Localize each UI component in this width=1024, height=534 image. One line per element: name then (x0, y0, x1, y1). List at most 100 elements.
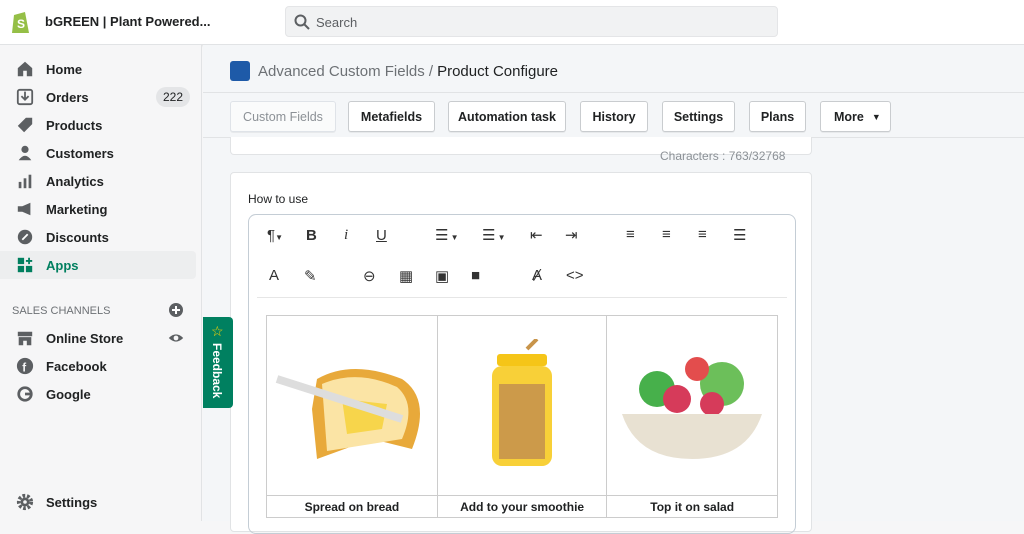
sidebar-item-home[interactable]: Home (0, 55, 196, 83)
gear-icon (16, 493, 34, 511)
toolbar-divider (257, 297, 787, 298)
home-icon (17, 61, 33, 77)
sidebar-item-label: Home (46, 61, 83, 77)
sidebar-item-online-store[interactable]: Online Store (0, 324, 196, 352)
rich-text-editor[interactable]: ¶▼ B i U ☰ ▼ ☰ ▼ ⇤ ⇥ ≡ ≡ ≡ ☰ A ✎ ⊖ ▦ ▣ ■… (248, 214, 796, 534)
bold-icon[interactable]: B (306, 227, 317, 244)
sidebar-item-label: Analytics (46, 173, 104, 189)
apps-icon (17, 257, 33, 273)
how-to-use-card: How to use ¶▼ B i U ☰ ▼ ☰ ▼ ⇤ ⇥ ≡ ≡ ≡ ☰ … (230, 172, 812, 534)
sidebar-item-label: Marketing (46, 201, 108, 217)
star-icon: ☆ (211, 323, 224, 339)
sidebar-item-label: Discounts (46, 229, 109, 245)
sidebar-item-label: Customers (46, 145, 114, 161)
unordered-list-icon[interactable]: ☰ ▼ (482, 226, 506, 244)
feedback-label: Feedback (210, 343, 224, 399)
sidebar-item-label: Facebook (46, 358, 107, 374)
content-table: Spread on bread Add to your smoothie Top… (266, 315, 778, 518)
sidebar-item-discounts[interactable]: Discounts (0, 223, 196, 251)
indent-icon[interactable]: ⇥ (565, 226, 578, 244)
breadcrumb-app[interactable]: Advanced Custom Fields (258, 63, 425, 80)
sidebar-item-label: Apps (46, 257, 79, 273)
search-placeholder: Search (316, 15, 358, 30)
sidebar-item-analytics[interactable]: Analytics (0, 167, 196, 195)
shopify-logo-icon[interactable]: S (10, 9, 32, 35)
person-icon (18, 145, 32, 161)
google-icon (17, 386, 33, 402)
paragraph-format-icon[interactable]: ¶▼ (267, 227, 283, 244)
bar-chart-icon (18, 174, 32, 189)
store-name[interactable]: bGREEN | Plant Powered... (45, 14, 210, 29)
tab-plans[interactable]: Plans (749, 101, 806, 132)
align-right-icon[interactable]: ≡ (698, 226, 707, 243)
store-icon (17, 331, 33, 346)
svg-text:f: f (22, 361, 26, 374)
orders-badge: 222 (155, 87, 190, 107)
video-icon[interactable]: ■ (471, 267, 480, 284)
image-icon[interactable]: ▣ (435, 267, 449, 285)
align-left-icon[interactable]: ≡ (626, 226, 635, 243)
app-logo-icon (230, 61, 250, 81)
eye-icon[interactable] (168, 330, 184, 346)
clear-format-icon[interactable]: Ⱥ (532, 267, 542, 284)
sidebar-item-label: Products (46, 117, 103, 133)
tab-automation-task[interactable]: Automation task (448, 101, 566, 132)
sidebar-item-label: Orders (46, 89, 89, 105)
tag-icon (17, 117, 33, 133)
tab-settings[interactable]: Settings (662, 101, 735, 132)
tab-custom-fields[interactable]: Custom Fields (230, 101, 336, 132)
caret-down-icon: ▼ (871, 111, 881, 122)
outdent-icon[interactable]: ⇤ (530, 226, 543, 244)
breadcrumb-separator: / (428, 62, 434, 80)
search-input[interactable]: Search (285, 6, 778, 37)
character-count: Characters : 763/32768 (660, 149, 786, 163)
breadcrumb: Advanced Custom Fields / Product Configu… (230, 61, 558, 81)
sidebar-item-label: Google (46, 386, 91, 402)
code-view-icon[interactable]: <> (566, 267, 584, 284)
sidebar-item-marketing[interactable]: Marketing (0, 195, 196, 223)
caption-smoothie: Add to your smoothie (436, 495, 608, 518)
ordered-list-icon[interactable]: ☰ ▼ (435, 226, 459, 244)
underline-icon[interactable]: U (376, 227, 387, 244)
table-icon[interactable]: ▦ (399, 267, 413, 285)
sales-channels-heading: SALES CHANNELS (12, 305, 111, 317)
align-center-icon[interactable]: ≡ (662, 226, 671, 243)
sidebar-item-label: Settings (46, 494, 98, 510)
italic-icon[interactable]: i (344, 227, 348, 244)
tab-more[interactable]: More ▼ (820, 101, 891, 132)
bread-image (266, 315, 438, 496)
top-bar: S bGREEN | Plant Powered... Search (0, 0, 1024, 45)
add-channel-icon[interactable] (169, 303, 183, 317)
text-color-icon[interactable]: A (269, 267, 279, 284)
tab-history[interactable]: History (580, 101, 648, 132)
sidebar-item-products[interactable]: Products (0, 111, 196, 139)
main-content: Advanced Custom Fields / Product Configu… (203, 45, 1024, 534)
highlighter-icon[interactable]: ✎ (304, 267, 317, 285)
facebook-icon: f (16, 357, 34, 374)
field-label: How to use (248, 192, 309, 206)
more-label: More (834, 109, 864, 124)
svg-text:S: S (17, 17, 25, 31)
page-title: Product Configure (437, 62, 558, 80)
megaphone-icon (17, 202, 31, 216)
tab-bar: Custom Fields Metafields Automation task… (203, 92, 1024, 138)
sidebar-item-settings[interactable]: Settings (0, 488, 196, 516)
smoothie-image (436, 315, 608, 496)
orders-icon (16, 88, 34, 106)
align-justify-icon[interactable]: ☰ (733, 226, 746, 244)
salad-image (606, 315, 778, 496)
sidebar: Home Orders 222 Products Customers Analyt… (0, 45, 202, 521)
caption-salad: Top it on salad (606, 495, 778, 518)
sidebar-item-facebook[interactable]: f Facebook (0, 352, 196, 380)
sidebar-item-google[interactable]: Google (0, 380, 196, 408)
tab-metafields[interactable]: Metafields (348, 101, 435, 132)
sidebar-item-label: Online Store (46, 330, 124, 346)
link-icon[interactable]: ⊖ (363, 267, 376, 285)
feedback-tab[interactable]: ☆ Feedback (203, 317, 233, 408)
search-icon (294, 14, 310, 30)
sidebar-item-customers[interactable]: Customers (0, 139, 196, 167)
sidebar-item-apps[interactable]: Apps (0, 251, 196, 279)
caption-bread: Spread on bread (266, 495, 438, 518)
discount-icon (17, 229, 33, 245)
sidebar-item-orders[interactable]: Orders 222 (0, 83, 196, 111)
